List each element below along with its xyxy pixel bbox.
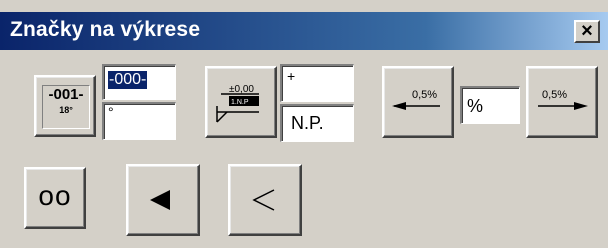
level-sign-input[interactable]: + <box>280 64 354 102</box>
floor-input[interactable]: N.P. <box>280 104 354 142</box>
close-icon: × <box>581 20 593 42</box>
slope-arrow-left-icon: 0,5% <box>392 89 440 110</box>
slope-value: % <box>467 96 484 116</box>
slope-right-button[interactable]: 0,5% <box>526 66 598 138</box>
marker-text-value: -000- <box>108 71 148 89</box>
filled-arrow-button[interactable] <box>126 164 200 236</box>
circles-label: oo <box>38 180 72 211</box>
title-bar: Značky na výkrese × <box>0 12 608 50</box>
open-arrow-button[interactable] <box>228 164 302 236</box>
window-title: Značky na výkrese <box>10 18 201 41</box>
drawing-marks-dialog: Značky na výkrese × -001- 18° -000- ° ±0… <box>0 0 608 248</box>
marker-top-label: -001- <box>48 86 84 103</box>
level-mark-icon: ±0,00 1.N.P <box>216 84 259 123</box>
close-button[interactable]: × <box>574 20 600 43</box>
marker-angle-input[interactable]: ° <box>102 102 176 140</box>
marker-angle-value: ° <box>108 104 114 120</box>
slope-left-label: 0,5% <box>412 89 437 101</box>
slope-arrow-right-icon: 0,5% <box>538 89 588 110</box>
level-text: ±0,00 <box>229 84 254 95</box>
level-sign-value: + <box>287 68 296 84</box>
circles-label-wrap: oo <box>26 169 84 227</box>
slope-right-label: 0,5% <box>542 89 567 101</box>
level-mark-button[interactable]: ±0,00 1.N.P <box>205 66 277 138</box>
circles-button[interactable]: oo <box>24 167 86 229</box>
slope-input[interactable]: % <box>460 86 520 124</box>
floor-text: 1.N.P <box>231 99 249 106</box>
slope-left-button[interactable]: 0,5% <box>382 66 454 138</box>
marker-button-face: -001- 18° <box>42 85 90 129</box>
floor-value: N.P. <box>291 113 324 133</box>
filled-triangle-left-icon <box>150 190 170 210</box>
chevron-left-icon <box>252 189 275 211</box>
marker-button[interactable]: -001- 18° <box>34 75 96 137</box>
marker-text-input[interactable]: -000- <box>102 64 176 100</box>
marker-angle-label: 18° <box>59 105 73 115</box>
